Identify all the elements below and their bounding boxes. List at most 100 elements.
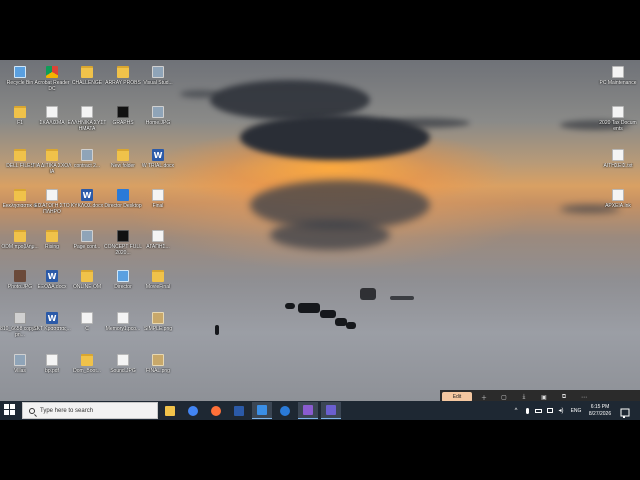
- desktop-icon-label: New folder: [111, 163, 135, 169]
- desktop-icon[interactable]: ΕΛΛΗΝΙΚΑ ΣΥΣΤΗΜΑΤΑ: [67, 102, 107, 142]
- desktop-icon[interactable]: GRAPHS: [103, 102, 143, 142]
- desktop-icon[interactable]: PC Maintenance: [598, 62, 638, 102]
- taskbar-app-visual-studio[interactable]: [298, 402, 318, 419]
- taskbar-app-edge[interactable]: [275, 402, 295, 419]
- file-explorer-icon: [165, 405, 175, 416]
- windows-logo-icon: [10, 410, 15, 415]
- snip-tool-button[interactable]: ▣: [540, 393, 548, 401]
- desktop-icon-label: Acrobat Reader DC: [34, 80, 70, 92]
- desktop-icon[interactable]: FINAL.png: [138, 350, 178, 390]
- snip-tool-button[interactable]: ⋯: [580, 393, 588, 401]
- taskbar-app-chrome[interactable]: [183, 402, 203, 419]
- windows-logo-icon: [4, 404, 9, 409]
- taskbar-app-screen-recorder[interactable]: [321, 402, 341, 419]
- start-button[interactable]: [4, 404, 16, 416]
- desktop-icon[interactable]: W SKT Κρασατας...: [32, 308, 72, 348]
- language-indicator[interactable]: ENG: [568, 402, 584, 419]
- taskbar-search-box[interactable]: Type here to search: [22, 402, 158, 419]
- desktop-icon[interactable]: ΓΙΑ ΔΙΤΙΚΑ ΣΧΟΛΙΑ: [32, 145, 72, 185]
- desktop-icon-label: contract 2...: [73, 163, 101, 169]
- desktop-icon-label: ΕΞΟΔΑ.docx: [37, 284, 67, 290]
- desktop-icon-label: CONCEPT FULL 2020...: [104, 244, 142, 256]
- folder-file-icon: [14, 106, 26, 118]
- desktop-icon[interactable]: CONCEPT FULL 2020...: [103, 226, 143, 266]
- desktop-icon[interactable]: Page cont...: [67, 226, 107, 266]
- desktop-icon-label: ΕΛΛΗΝΙΚΑ ΣΥΣΤΗΜΑΤΑ: [67, 120, 107, 132]
- black-file-icon: [117, 106, 129, 118]
- desktop-icon[interactable]: Sound.JPG: [103, 350, 143, 390]
- snip-tool-button[interactable]: ⧉: [560, 393, 568, 401]
- desktop-icon[interactable]: W W TRIAL.docx: [138, 145, 178, 185]
- img-file-icon: [152, 106, 164, 118]
- clock-time: 6:15 PM: [590, 404, 610, 410]
- desktop-icon[interactable]: Final: [138, 185, 178, 225]
- desktop-icon[interactable]: New folder: [103, 145, 143, 185]
- chrome-file-icon: [46, 66, 58, 78]
- desktop-icon[interactable]: ΣΚΑΛΙΣΜΑ: [32, 102, 72, 142]
- desktop-icon[interactable]: C: [67, 308, 107, 348]
- snip-tool-button[interactable]: ▢: [500, 393, 508, 401]
- desktop-icon[interactable]: Visual Stud...: [138, 62, 178, 102]
- desktop-icon[interactable]: ΑΓΑΠΗΣ...: [138, 226, 178, 266]
- desktop-icon[interactable]: ΑΙΤΗΣΕΙΣ.txt: [598, 145, 638, 185]
- doc-file-icon: [152, 189, 164, 201]
- desktop-icon-label: Director: [114, 284, 132, 290]
- storm-cloud: [210, 80, 370, 120]
- desktop-icon[interactable]: Director Desktop: [103, 185, 143, 225]
- video-letterbox-top: [0, 0, 640, 60]
- desktop-icon[interactable]: Director: [103, 266, 143, 306]
- desktop-icon[interactable]: MovieFinal: [138, 266, 178, 306]
- microphone-icon[interactable]: [523, 402, 531, 419]
- zip-file-icon: [152, 354, 164, 366]
- doc-file-icon: [81, 312, 93, 324]
- shore-rock: [298, 303, 320, 313]
- desktop-icon[interactable]: Home.JPG: [138, 102, 178, 142]
- desktop-icon[interactable]: W ΕΞΟΔΑ.docx: [32, 266, 72, 306]
- doc-file-icon: [46, 106, 58, 118]
- taskbar-app-director[interactable]: [252, 402, 272, 419]
- edge-file-icon: [117, 189, 129, 201]
- desktop-icon[interactable]: W ΚΥΚΛΟΣ.docx: [67, 185, 107, 225]
- desktop-icon[interactable]: ONLINE OM: [67, 266, 107, 306]
- taskbar-app-word[interactable]: [229, 402, 249, 419]
- search-icon: [29, 407, 35, 414]
- video-letterbox-bottom: [0, 420, 640, 480]
- desktop-icon[interactable]: ΑΡΧΕΙΑ.lnk: [598, 185, 638, 225]
- doc-file-icon: [46, 189, 58, 201]
- folder-file-icon: [81, 66, 93, 78]
- doc-file-icon: [152, 230, 164, 242]
- volume-icon[interactable]: ◂): [557, 402, 565, 419]
- network-icon[interactable]: [546, 402, 554, 419]
- snip-tool-button[interactable]: ＋: [480, 393, 488, 402]
- photo-file-icon: [14, 270, 26, 282]
- taskbar-app-file-explorer[interactable]: [160, 402, 180, 419]
- desktop-icon[interactable]: CHALLENGE: [67, 62, 107, 102]
- desktop-icon[interactable]: contract 2...: [67, 145, 107, 185]
- desktop-icon[interactable]: Memory1.pco...: [103, 308, 143, 348]
- desktop-icon[interactable]: bp.pdf: [32, 350, 72, 390]
- notification-center-icon[interactable]: [620, 404, 630, 418]
- chrome-icon: [188, 405, 198, 416]
- desktop-icon[interactable]: ARRAY PROBS: [103, 62, 143, 102]
- desktop-icon[interactable]: Dom_Boot...: [67, 350, 107, 390]
- tray-chevron-icon[interactable]: ^: [512, 402, 520, 419]
- doc-file-icon: [612, 106, 624, 118]
- desktop-icon[interactable]: ΕΙΣΑΓΩΓΗ ΣΤΟ ΠΛΗΡΟ: [32, 185, 72, 225]
- desktop-icon[interactable]: 2020 Tax Documents: [598, 102, 638, 142]
- desktop-icon-label: GRAPHS: [112, 120, 134, 126]
- shore-rock: [285, 303, 295, 309]
- desktop-icon[interactable]: Rising: [32, 226, 72, 266]
- desktop-icon-label: ΕΙΣΑΓΩΓΗ ΣΤΟ ΠΛΗΡΟ: [34, 203, 70, 215]
- taskbar-app-firefox[interactable]: [206, 402, 226, 419]
- word-icon: [234, 405, 244, 416]
- desktop-icon-label: FINAL.png: [146, 368, 170, 374]
- battery-icon[interactable]: [534, 402, 543, 419]
- snip-tool-button[interactable]: ⤓: [520, 393, 528, 401]
- desktop-icon[interactable]: Acrobat Reader DC: [32, 62, 72, 102]
- desktop-icon-label: Visual Stud...: [143, 80, 173, 86]
- desktop-icon-label: ΑΓΑΠΗΣ...: [146, 244, 170, 250]
- desktop-icon[interactable]: SIMPLE.png: [138, 308, 178, 348]
- folder-file-icon: [46, 230, 58, 242]
- img-file-icon: [14, 354, 26, 366]
- taskbar-clock[interactable]: 6:15 PM 8/27/2026: [584, 402, 616, 419]
